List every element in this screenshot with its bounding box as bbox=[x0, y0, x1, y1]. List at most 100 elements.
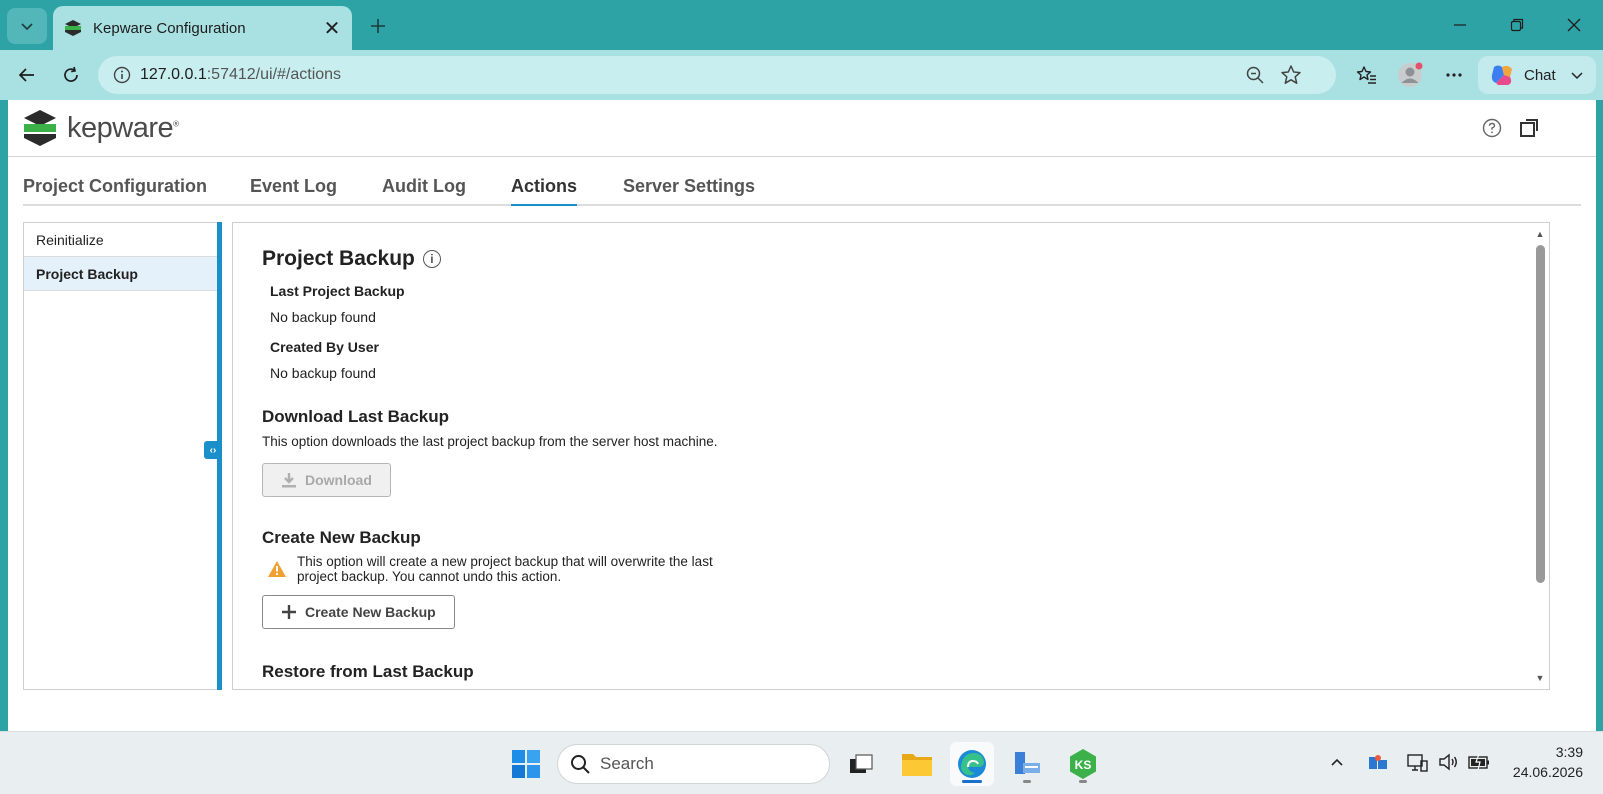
restore-section-title: Restore from Last Backup bbox=[262, 662, 474, 681]
favorites-list-icon bbox=[1356, 66, 1376, 84]
server-app-icon bbox=[1015, 752, 1040, 774]
restore-icon bbox=[1510, 18, 1524, 32]
content-panel: Project Backup i Last Project Backup No … bbox=[232, 222, 1550, 690]
running-indicator bbox=[1079, 780, 1087, 783]
kepserver-app-button[interactable]: KS bbox=[1061, 742, 1105, 786]
new-tab-button[interactable] bbox=[362, 10, 394, 42]
copilot-icon bbox=[1491, 65, 1512, 85]
plus-icon bbox=[281, 604, 297, 620]
created-by-label: Created By User bbox=[270, 339, 379, 355]
site-info-icon[interactable] bbox=[104, 66, 140, 84]
kepware-logo-icon bbox=[24, 110, 56, 146]
favorites-button[interactable] bbox=[1349, 58, 1383, 92]
collapse-sidebar-icon[interactable]: ‹› bbox=[204, 441, 222, 459]
back-arrow-icon bbox=[18, 68, 34, 82]
info-icon[interactable]: i bbox=[422, 250, 441, 268]
network-icon[interactable] bbox=[1405, 750, 1429, 774]
chevron-down-icon bbox=[21, 23, 33, 31]
start-button[interactable] bbox=[504, 742, 548, 786]
edge-browser-button[interactable] bbox=[950, 742, 994, 786]
windows-logo-icon bbox=[512, 750, 540, 778]
search-icon bbox=[571, 755, 590, 774]
create-warning-line1: This option will create a new project ba… bbox=[297, 554, 713, 569]
tab-event-log[interactable]: Event Log bbox=[250, 176, 337, 206]
create-section-title: Create New Backup bbox=[262, 528, 421, 547]
running-indicator bbox=[1023, 780, 1031, 783]
tab-actions[interactable]: Actions bbox=[511, 176, 578, 206]
tab-project-configuration[interactable]: Project Configuration bbox=[23, 176, 207, 206]
kepware-logo: kepware® bbox=[23, 109, 179, 147]
page-title-text: Project Backup bbox=[262, 247, 415, 270]
actions-sidebar: Reinitialize Project Backup bbox=[23, 222, 217, 690]
restore-button[interactable] bbox=[1494, 8, 1540, 42]
favorite-star-icon[interactable] bbox=[1280, 64, 1302, 86]
task-view-icon bbox=[850, 754, 873, 773]
back-button[interactable] bbox=[10, 58, 44, 92]
create-button-label: Create New Backup bbox=[305, 604, 436, 620]
ellipsis-icon bbox=[1446, 73, 1462, 77]
zoom-out-icon[interactable] bbox=[1244, 64, 1266, 86]
clock-time: 3:39 bbox=[1555, 744, 1583, 760]
download-section-title: Download Last Backup bbox=[262, 407, 450, 426]
taskbar-search[interactable]: Search bbox=[557, 744, 830, 784]
url-path: :57412/ui/#/actions bbox=[206, 66, 342, 83]
edge-icon bbox=[958, 750, 986, 778]
more-options-button[interactable] bbox=[1437, 58, 1471, 92]
refresh-button[interactable] bbox=[54, 58, 88, 92]
copilot-chat-button[interactable]: Chat bbox=[1478, 56, 1596, 94]
clock-date: 24.06.2026 bbox=[1512, 764, 1583, 780]
system-clock[interactable]: 3:39 24.06.2026 bbox=[1513, 742, 1583, 782]
tab-title: Kepware Configuration bbox=[93, 19, 246, 37]
browser-toolbar: 127.0.0.1:57412/ui/#/actions Chat bbox=[0, 50, 1603, 100]
address-bar[interactable]: 127.0.0.1:57412/ui/#/actions bbox=[98, 56, 1336, 94]
scroll-up-icon[interactable]: ▲ bbox=[1535, 229, 1545, 239]
ks-app-icon: KS bbox=[1070, 749, 1096, 779]
logo-wordmark: kepware bbox=[67, 111, 174, 144]
content-scrollbar[interactable]: ▲ ▼ bbox=[1533, 223, 1549, 689]
create-warning: This option will create a new project ba… bbox=[267, 554, 737, 584]
browser-tab[interactable]: Kepware Configuration ✕ bbox=[53, 6, 352, 50]
tab-server-settings[interactable]: Server Settings bbox=[623, 176, 755, 206]
battery-icon[interactable] bbox=[1467, 750, 1491, 774]
profile-button[interactable] bbox=[1393, 58, 1427, 92]
volume-icon[interactable] bbox=[1436, 750, 1460, 774]
svg-text:KS: KS bbox=[1075, 758, 1092, 772]
plus-icon bbox=[371, 19, 385, 33]
avatar-icon bbox=[1398, 62, 1423, 87]
minimize-button[interactable] bbox=[1437, 8, 1483, 42]
scroll-thumb[interactable] bbox=[1536, 245, 1545, 583]
tray-app-icon[interactable] bbox=[1366, 750, 1390, 774]
close-window-button[interactable] bbox=[1551, 8, 1597, 42]
create-new-backup-button[interactable]: Create New Backup bbox=[262, 595, 455, 629]
close-tab-icon[interactable]: ✕ bbox=[318, 14, 346, 42]
main-nav-tabs: Project Configuration Event Log Audit Lo… bbox=[23, 164, 1581, 206]
task-view-button[interactable] bbox=[839, 742, 883, 786]
show-hidden-icons-chevron-icon[interactable] bbox=[1325, 750, 1349, 774]
scroll-down-icon[interactable]: ▼ bbox=[1535, 673, 1545, 683]
warning-icon bbox=[268, 561, 286, 577]
chat-label: Chat bbox=[1524, 66, 1556, 84]
network-app-button[interactable] bbox=[1005, 742, 1049, 786]
refresh-icon bbox=[64, 66, 78, 82]
download-icon bbox=[281, 472, 297, 488]
last-backup-value: No backup found bbox=[270, 309, 376, 325]
help-icon[interactable] bbox=[1480, 116, 1504, 140]
popout-icon[interactable] bbox=[1517, 116, 1541, 140]
tab-list-button[interactable] bbox=[7, 8, 47, 44]
create-warning-line2: project backup. You cannot undo this act… bbox=[297, 569, 562, 584]
sidebar-item-reinitialize[interactable]: Reinitialize bbox=[24, 223, 217, 257]
file-explorer-button[interactable] bbox=[895, 742, 939, 786]
create-warning-text: This option will create a new project ba… bbox=[297, 554, 713, 584]
chevron-down-icon bbox=[1571, 72, 1583, 80]
app-header: kepware® bbox=[8, 100, 1596, 157]
windows-taskbar: Search KS 3:39 24.06.2026 bbox=[0, 731, 1603, 794]
download-description: This option downloads the last project b… bbox=[262, 434, 718, 449]
page-title: Project Backup i bbox=[262, 247, 441, 271]
download-button[interactable]: Download bbox=[262, 463, 391, 497]
search-placeholder: Search bbox=[600, 754, 654, 773]
sidebar-item-project-backup[interactable]: Project Backup bbox=[24, 257, 217, 291]
url-host: 127.0.0.1 bbox=[140, 66, 207, 83]
active-indicator bbox=[962, 780, 982, 783]
download-button-label: Download bbox=[305, 472, 372, 488]
tab-audit-log[interactable]: Audit Log bbox=[382, 176, 466, 206]
